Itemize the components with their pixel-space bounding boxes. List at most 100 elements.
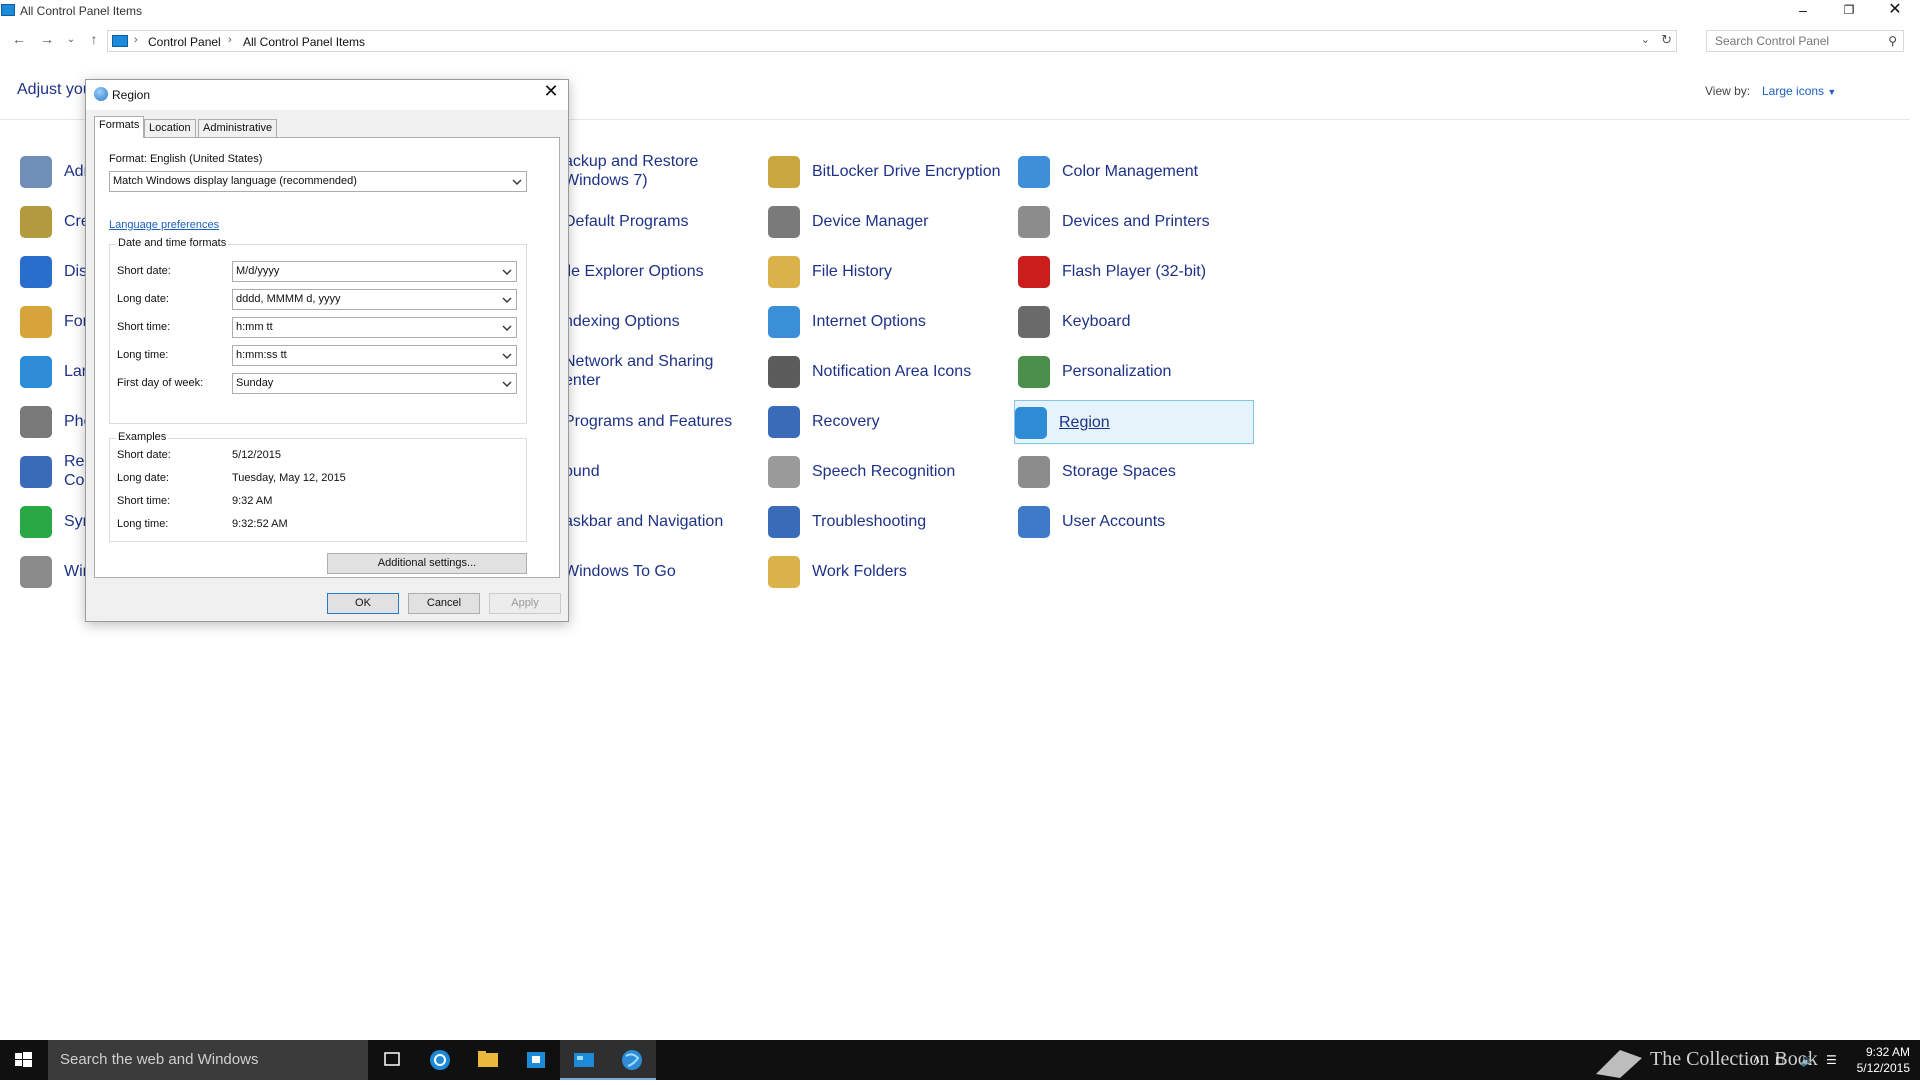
date-time-format-select[interactable]: dddd, MMMM d, yyyy <box>232 289 517 310</box>
control-panel-item[interactable]: Keyboard <box>1018 300 1258 344</box>
breadcrumb-all-items[interactable]: All Control Panel Items <box>243 35 365 49</box>
control-panel-item[interactable]: Personalization <box>1018 350 1258 394</box>
breadcrumb-separator-icon[interactable]: › <box>134 34 138 46</box>
control-panel-item[interactable]: Troubleshooting <box>768 500 1008 544</box>
search-input[interactable] <box>1713 32 1883 50</box>
view-by-label: View by: <box>1705 84 1751 98</box>
taskbar-search-text: Search the web and Windows <box>60 1051 259 1068</box>
control-panel-item-label: Notification Area Icons <box>812 363 972 380</box>
control-panel-item-label: ile Explorer Options <box>564 263 704 280</box>
action-center-icon[interactable]: ☰ <box>1826 1053 1837 1067</box>
control-panel-item-label: Windows To Go <box>564 563 676 580</box>
volume-icon[interactable]: 🔉 <box>1800 1053 1815 1067</box>
control-panel-item-label: Devices and Printers <box>1062 213 1210 230</box>
address-bar[interactable]: › Control Panel › All Control Panel Item… <box>107 30 1677 52</box>
view-by-value: Large icons <box>1762 84 1825 98</box>
control-panel-item[interactable]: Color Management <box>1018 150 1258 194</box>
back-arrow-icon[interactable]: ← <box>10 31 28 47</box>
start-button[interactable] <box>0 1040 48 1080</box>
search-box[interactable]: ⚲ <box>1706 30 1904 52</box>
control-panel-item[interactable]: Notification Area Icons <box>768 350 1008 394</box>
minimize-button[interactable]: – <box>1780 0 1826 22</box>
date-time-field-label: First day of week: <box>117 377 204 389</box>
control-panel-item[interactable]: File History <box>768 250 1008 294</box>
date-time-formats-group: Date and time formats Short date: M/d/yyy… <box>109 237 527 424</box>
control-panel-item[interactable]: Devices and Printers <box>1018 200 1258 244</box>
control-panel-item-icon <box>768 206 800 238</box>
additional-settings-button[interactable]: Additional settings... <box>327 553 527 574</box>
control-panel-item[interactable]: Speech Recognition <box>768 450 1008 494</box>
examples-title: Examples <box>116 431 169 443</box>
date-time-format-select[interactable]: h:mm:ss tt <box>232 345 517 366</box>
date-time-format-value: M/d/yyyy <box>236 265 280 277</box>
restore-button[interactable]: ❐ <box>1826 0 1872 22</box>
example-label: Long date: <box>117 472 169 484</box>
control-panel-item[interactable]: Storage Spaces <box>1018 450 1258 494</box>
control-panel-item[interactable]: Work Folders <box>768 550 1008 594</box>
view-by-dropdown[interactable]: Large icons ▼ <box>1762 84 1836 98</box>
date-time-format-value: dddd, MMMM d, yyyy <box>236 293 341 305</box>
tab-location[interactable]: Location <box>144 119 196 137</box>
taskbar-ie-button[interactable] <box>416 1040 464 1080</box>
control-panel-item-icon <box>20 156 52 188</box>
control-panel-item-label-line2: Windows 7) <box>564 172 648 189</box>
example-value: Tuesday, May 12, 2015 <box>232 472 346 484</box>
date-time-format-select[interactable]: M/d/yyyy <box>232 261 517 282</box>
ok-button[interactable]: OK <box>327 593 399 614</box>
control-panel-item[interactable]: Device Manager <box>768 200 1008 244</box>
recent-locations-chevron-icon[interactable]: ⌄ <box>62 34 80 45</box>
date-time-field-label: Long time: <box>117 349 169 361</box>
format-select[interactable]: Match Windows display language (recommen… <box>109 171 527 192</box>
chevron-down-icon <box>502 381 512 387</box>
control-panel-address-icon <box>112 35 128 47</box>
address-dropdown-chevron-icon[interactable]: ⌄ <box>1641 33 1650 46</box>
taskbar-clock[interactable]: 9:32 AM 5/12/2015 <box>1857 1044 1910 1076</box>
taskbar-control-panel-button[interactable] <box>560 1040 608 1080</box>
date-time-format-select[interactable]: h:mm tt <box>232 317 517 338</box>
date-time-format-select[interactable]: Sunday <box>232 373 517 394</box>
control-panel-item-label: Recovery <box>812 413 880 430</box>
control-panel-item[interactable]: Internet Options <box>768 300 1008 344</box>
close-window-button[interactable]: ✕ <box>1872 0 1918 22</box>
book-logo-icon <box>1596 1050 1642 1078</box>
control-panel-item-label: ackup and Restore <box>564 153 699 170</box>
control-panel-item-label: ound <box>564 463 600 480</box>
breadcrumb-control-panel[interactable]: Control Panel <box>148 35 221 49</box>
cancel-button[interactable]: Cancel <box>408 593 480 614</box>
date-time-format-value: Sunday <box>236 377 274 389</box>
control-panel-item[interactable]: Recovery <box>768 400 1008 444</box>
control-panel-item[interactable]: BitLocker Drive Encryption <box>768 150 1008 194</box>
tab-administrative[interactable]: Administrative <box>198 119 278 137</box>
language-preferences-link[interactable]: Language preferences <box>109 219 219 231</box>
breadcrumb-separator-icon[interactable]: › <box>228 34 232 46</box>
task-view-button[interactable] <box>368 1040 416 1080</box>
task-view-icon <box>384 1052 400 1066</box>
control-panel-item-label: File History <box>812 263 893 280</box>
taskbar-region-button[interactable] <box>608 1040 656 1080</box>
taskbar: Search the web and Windows The Collectio… <box>0 1040 1920 1080</box>
up-arrow-icon[interactable]: ↑ <box>85 31 103 47</box>
chevron-down-icon <box>502 269 512 275</box>
control-panel-item-icon <box>1018 456 1050 488</box>
control-panel-item-icon <box>1018 206 1050 238</box>
search-icon[interactable]: ⚲ <box>1888 34 1897 48</box>
tab-formats[interactable]: Formats <box>94 116 145 138</box>
apply-button[interactable]: Apply <box>489 593 561 614</box>
dialog-close-button[interactable]: ✕ <box>540 81 562 102</box>
control-panel-item-icon <box>768 406 800 438</box>
forward-arrow-icon[interactable]: → <box>38 31 56 47</box>
control-panel-item-label: BitLocker Drive Encryption <box>812 163 1001 180</box>
taskbar-search-box[interactable]: Search the web and Windows <box>48 1040 368 1080</box>
control-panel-item-icon <box>768 256 800 288</box>
format-select-value: Match Windows display language (recommen… <box>113 175 357 187</box>
globe-icon <box>94 87 108 101</box>
control-panel-item[interactable]: Flash Player (32-bit) <box>1018 250 1258 294</box>
network-icon[interactable]: □ <box>1776 1053 1783 1067</box>
taskbar-store-button[interactable] <box>512 1040 560 1080</box>
control-panel-item[interactable]: Region <box>1014 400 1254 444</box>
refresh-icon[interactable]: ↻ <box>1661 32 1672 48</box>
tray-chevron-icon[interactable]: ˄ <box>1753 1053 1760 1067</box>
date-time-field-label: Short time: <box>117 321 171 333</box>
taskbar-file-explorer-button[interactable] <box>464 1040 512 1080</box>
control-panel-item[interactable]: User Accounts <box>1018 500 1258 544</box>
